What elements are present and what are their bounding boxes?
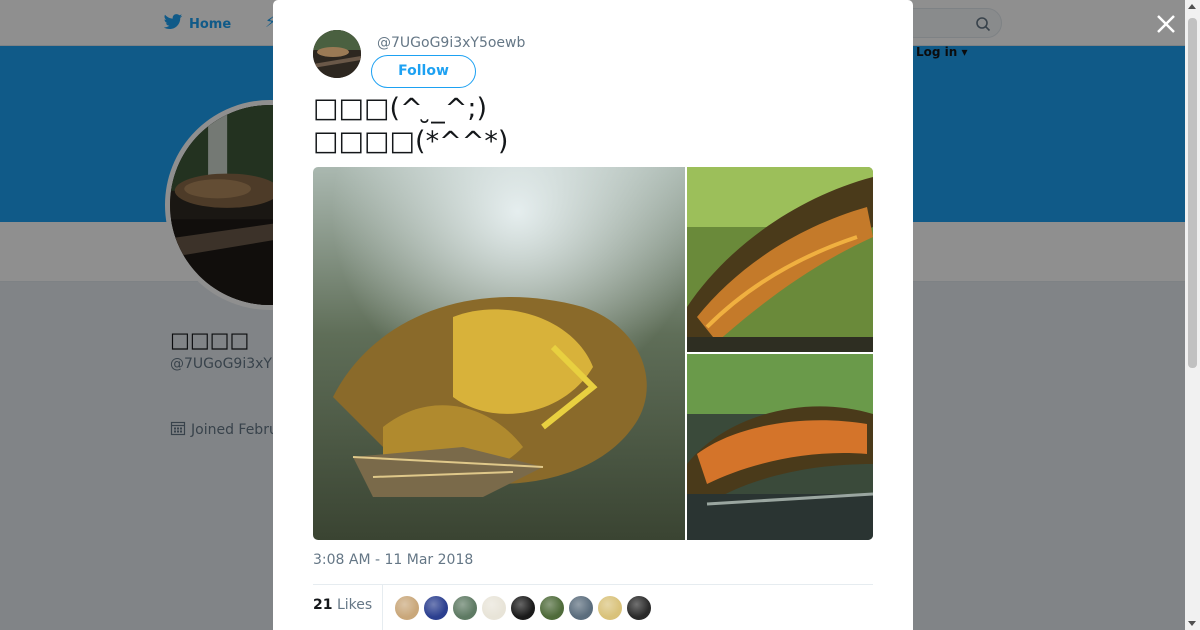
liker-avatar[interactable] — [568, 595, 594, 621]
follow-button[interactable]: Follow — [371, 55, 476, 88]
tweet-text: □□□(^ ̮_^;) □□□□(*^^*) — [313, 93, 509, 157]
liker-avatar[interactable] — [394, 595, 420, 621]
tweet-media-grid — [313, 167, 873, 540]
liker-avatar[interactable] — [539, 595, 565, 621]
liker-avatar[interactable] — [481, 595, 507, 621]
scrollbar[interactable] — [1185, 0, 1200, 630]
divider — [313, 584, 873, 585]
liker-avatar[interactable] — [510, 595, 536, 621]
close-icon — [1153, 15, 1179, 41]
likes-count[interactable]: 21 Likes — [313, 597, 372, 613]
tweet-timestamp[interactable]: 3:08 AM - 11 Mar 2018 — [313, 552, 473, 568]
liker-avatars — [394, 595, 652, 621]
author-handle[interactable]: @7UGoG9i3xY5oewb — [377, 35, 525, 51]
tweet-photo-2[interactable] — [687, 167, 873, 352]
liker-avatar[interactable] — [452, 595, 478, 621]
scrollbar-thumb[interactable] — [1188, 18, 1197, 368]
liker-avatar[interactable] — [423, 595, 449, 621]
liker-avatar[interactable] — [597, 595, 623, 621]
liker-avatar[interactable] — [626, 595, 652, 621]
close-button[interactable] — [1153, 11, 1179, 37]
tweet-modal: @7UGoG9i3xY5oewb Follow □□□(^ ̮_^;) □□□□… — [273, 0, 913, 630]
scroll-up-arrow[interactable] — [1188, 4, 1196, 9]
scroll-down-arrow[interactable] — [1188, 621, 1196, 626]
likes-separator — [382, 585, 383, 630]
tweet-photo-1[interactable] — [313, 167, 685, 540]
likes-label: Likes — [336, 597, 373, 613]
tweet-photo-3[interactable] — [687, 354, 873, 540]
author-avatar[interactable] — [313, 30, 361, 78]
likes-number: 21 — [313, 597, 333, 613]
